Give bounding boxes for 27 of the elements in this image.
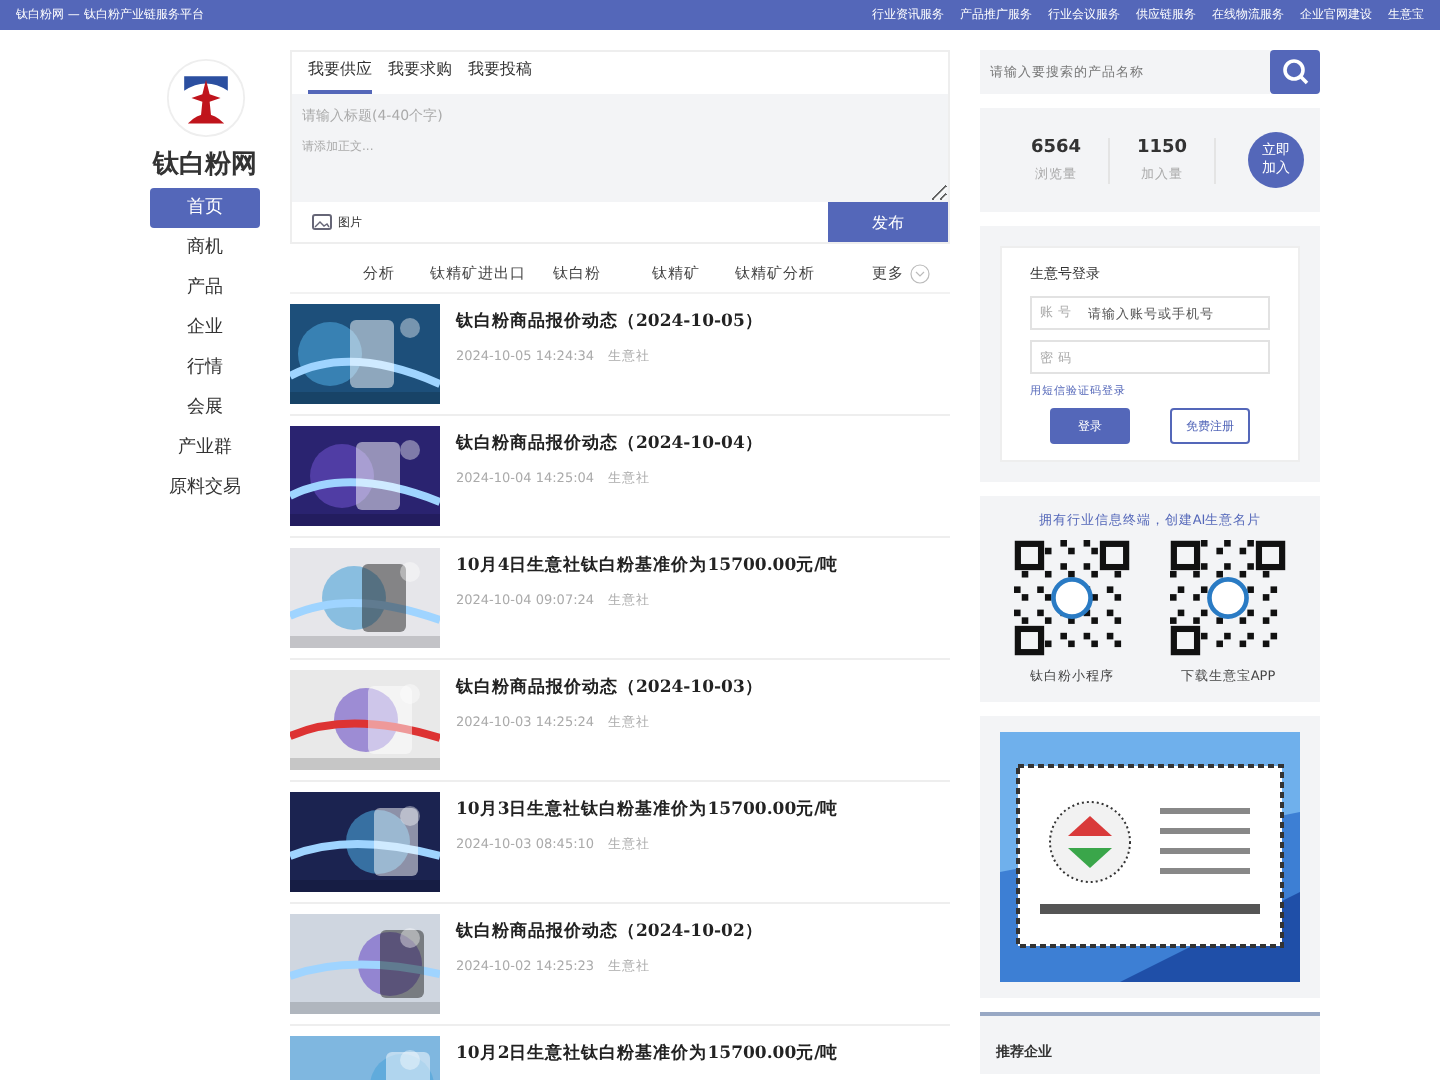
image-icon [312,214,332,230]
nav-item[interactable]: 首页 [150,188,260,228]
post-tab[interactable]: 我要求购 [388,58,452,94]
stat-value: 6564 [1030,137,1082,157]
publish-button[interactable]: 发布 [828,202,948,242]
news-title[interactable]: 10月2日生意社钛白粉基准价为15700.00元/吨 [456,1042,839,1066]
news-title[interactable]: 钛白粉商品报价动态（2024-10-02） [456,920,763,944]
nav-item[interactable]: 行情 [150,348,260,388]
nav-item[interactable]: 会展 [150,388,260,428]
stat-value: 1150 [1136,137,1188,157]
logo-icon[interactable] [165,58,245,138]
nav-item[interactable]: 商机 [150,228,260,268]
nav-item[interactable]: 原料交易 [150,468,260,508]
news-title[interactable]: 钛白粉商品报价动态（2024-10-03） [456,676,763,700]
nav-item[interactable]: 企业 [150,308,260,348]
news-title[interactable]: 钛白粉商品报价动态（2024-10-05） [456,310,763,334]
qr-code-icon [1014,540,1130,656]
news-title[interactable]: 10月3日生意社钛白粉基准价为15700.00元/吨 [456,798,839,822]
search-button[interactable] [1270,50,1320,94]
site-name: 钛白粉网 [153,148,257,182]
nav-item[interactable]: 产品 [150,268,260,308]
search-icon [1281,58,1309,86]
post-tab[interactable]: 我要投稿 [468,58,532,94]
nav-item[interactable]: 产业群 [150,428,260,468]
news-title[interactable]: 钛白粉商品报价动态（2024-10-04） [456,432,763,456]
news-title[interactable]: 10月4日生意社钛白粉基准价为15700.00元/吨 [456,554,839,578]
qr-code-icon [1170,540,1286,656]
